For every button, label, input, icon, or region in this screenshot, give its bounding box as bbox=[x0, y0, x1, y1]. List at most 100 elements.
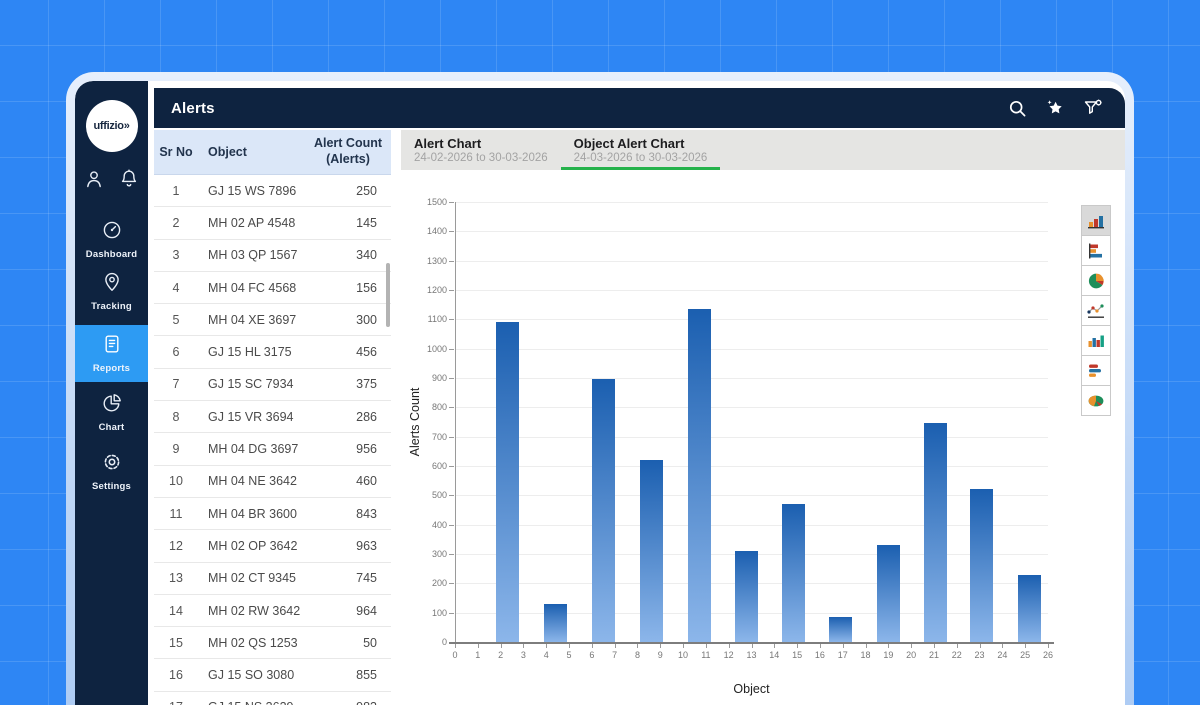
horizontal-bar-chart-icon[interactable] bbox=[1081, 235, 1111, 266]
table-row: 3MH 03 QP 1567340 bbox=[154, 240, 391, 272]
x-tick-label: 20 bbox=[900, 650, 922, 660]
chart-bar bbox=[544, 604, 567, 642]
cell-sr-no: 9 bbox=[154, 442, 198, 456]
x-tick-label: 23 bbox=[969, 650, 991, 660]
sidebar-item-label: Dashboard bbox=[86, 249, 137, 260]
table-row: 11MH 04 BR 3600843 bbox=[154, 498, 391, 530]
x-tick-label: 22 bbox=[946, 650, 968, 660]
cell-object: MH 02 QS 1253 bbox=[198, 636, 319, 650]
line-chart-icon[interactable] bbox=[1081, 295, 1111, 326]
content-area: Sr No Object Alert Count(Alerts) 1 GJ 15 … bbox=[154, 130, 1125, 705]
x-tick-mark bbox=[660, 644, 661, 648]
sidebar-item-settings[interactable]: Settings bbox=[75, 451, 148, 492]
y-tick-mark bbox=[449, 290, 454, 291]
table-row: 6GJ 15 HL 3175456 bbox=[154, 336, 391, 368]
sidebar-item-tracking[interactable]: Tracking bbox=[75, 271, 148, 312]
y-tick-label: 400 bbox=[407, 520, 447, 530]
pie-chart-icon[interactable] bbox=[1081, 265, 1111, 296]
cell-sr-no: 2 bbox=[154, 216, 198, 230]
cell-alert-count: 145 bbox=[319, 216, 391, 230]
x-tick-mark bbox=[1025, 644, 1026, 648]
y-axis-label: Alerts Count bbox=[408, 388, 422, 457]
cell-object: MH 02 AP 4548 bbox=[198, 216, 319, 230]
x-tick-label: 19 bbox=[877, 650, 899, 660]
star-icon[interactable] bbox=[1045, 98, 1065, 118]
colored-column-chart-icon[interactable] bbox=[1081, 325, 1111, 356]
chart-gridline bbox=[455, 290, 1048, 291]
x-tick-mark bbox=[934, 644, 935, 648]
chart-gridline bbox=[455, 319, 1048, 320]
x-tick-label: 14 bbox=[763, 650, 785, 660]
table-row: 9MH 04 DG 3697956 bbox=[154, 433, 391, 465]
x-tick-label: 10 bbox=[672, 650, 694, 660]
cell-alert-count: 745 bbox=[319, 571, 391, 585]
chart-gridline bbox=[455, 349, 1048, 350]
pie-3d-chart-icon[interactable] bbox=[1081, 385, 1111, 416]
table-scrollbar[interactable] bbox=[386, 263, 390, 327]
x-tick-label: 9 bbox=[649, 650, 671, 660]
filter-icon[interactable] bbox=[1083, 98, 1103, 118]
x-tick-mark bbox=[478, 644, 479, 648]
y-tick-label: 300 bbox=[407, 549, 447, 559]
y-tick-mark bbox=[449, 261, 454, 262]
x-tick-mark bbox=[592, 644, 593, 648]
x-tick-label: 1 bbox=[467, 650, 489, 660]
cell-alert-count: 843 bbox=[319, 507, 391, 521]
tab-alert-chart[interactable]: Alert Chart 24-02-2026 to 30-03-2026 bbox=[401, 130, 561, 170]
table-row: 7GJ 15 SC 7934375 bbox=[154, 369, 391, 401]
cell-object: GJ 15 VR 3694 bbox=[198, 410, 319, 424]
x-tick-label: 24 bbox=[991, 650, 1013, 660]
stacked-bar-chart-icon[interactable] bbox=[1081, 355, 1111, 386]
cell-object: GJ 15 SO 3080 bbox=[198, 668, 319, 682]
document-icon bbox=[101, 333, 123, 360]
search-icon[interactable] bbox=[1008, 99, 1027, 118]
sidebar-item-reports[interactable]: Reports bbox=[75, 325, 148, 382]
cell-object: MH 02 CT 9345 bbox=[198, 571, 319, 585]
column-chart-icon[interactable] bbox=[1081, 205, 1111, 236]
table-row: 4MH 04 FC 4568156 bbox=[154, 272, 391, 304]
chart-tab-bar: Alert Chart 24-02-2026 to 30-03-2026 Obj… bbox=[401, 130, 1125, 170]
chart-bar bbox=[688, 309, 711, 642]
chart-gridline bbox=[455, 495, 1048, 496]
x-tick-mark bbox=[637, 644, 638, 648]
cell-sr-no: 5 bbox=[154, 313, 198, 327]
x-tick-label: 4 bbox=[535, 650, 557, 660]
y-tick-label: 500 bbox=[407, 490, 447, 500]
y-tick-label: 100 bbox=[407, 608, 447, 618]
x-tick-mark bbox=[820, 644, 821, 648]
chart-gridline bbox=[455, 437, 1048, 438]
sidebar-item-dashboard[interactable]: Dashboard bbox=[75, 219, 148, 260]
bell-icon[interactable] bbox=[118, 168, 140, 195]
cell-object: MH 04 BR 3600 bbox=[198, 507, 319, 521]
cell-alert-count: 964 bbox=[319, 604, 391, 618]
y-tick-label: 0 bbox=[407, 637, 447, 647]
user-icon[interactable] bbox=[83, 168, 105, 195]
column-header-srno: Sr No bbox=[154, 145, 198, 159]
cell-sr-no: 6 bbox=[154, 345, 198, 359]
x-tick-mark bbox=[683, 644, 684, 648]
cell-object: MH 02 RW 3642 bbox=[198, 604, 319, 618]
y-tick-label: 700 bbox=[407, 432, 447, 442]
cell-object: MH 03 QP 1567 bbox=[198, 248, 319, 262]
table-header-row: Sr No Object Alert Count(Alerts) bbox=[154, 130, 391, 175]
cell-sr-no: 1 bbox=[154, 184, 198, 198]
chart-bar bbox=[496, 322, 519, 642]
x-tick-mark bbox=[569, 644, 570, 648]
chart-gridline bbox=[455, 466, 1048, 467]
x-tick-mark bbox=[752, 644, 753, 648]
alerts-table-panel: Sr No Object Alert Count(Alerts) 1 GJ 15 … bbox=[154, 130, 391, 705]
sidebar-item-chart[interactable]: Chart bbox=[75, 392, 148, 433]
y-tick-label: 1400 bbox=[407, 226, 447, 236]
x-tick-mark bbox=[888, 644, 889, 648]
speedometer-icon bbox=[101, 219, 123, 246]
x-tick-mark bbox=[797, 644, 798, 648]
tab-object-alert-chart[interactable]: Object Alert Chart 24-03-2026 to 30-03-2… bbox=[561, 130, 721, 170]
cell-alert-count: 460 bbox=[319, 474, 391, 488]
cell-sr-no: 12 bbox=[154, 539, 198, 553]
chart-gridline bbox=[455, 407, 1048, 408]
y-tick-mark bbox=[449, 202, 454, 203]
y-tick-mark bbox=[449, 349, 454, 350]
x-tick-mark bbox=[729, 644, 730, 648]
tab-title: Object Alert Chart bbox=[574, 136, 708, 151]
chart-bar bbox=[829, 617, 852, 642]
